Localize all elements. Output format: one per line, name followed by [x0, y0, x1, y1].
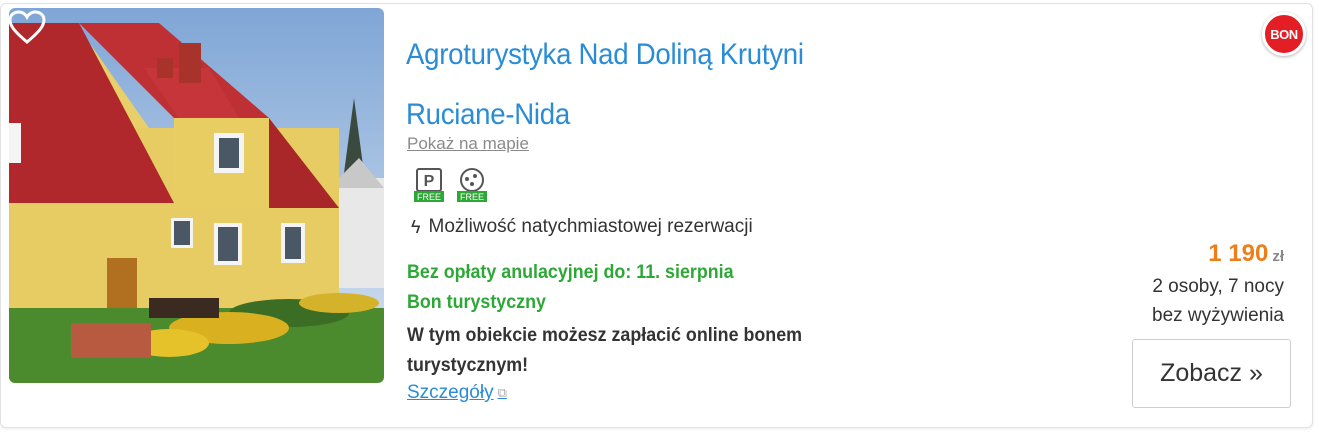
- free-cancellation: Bez opłaty anulacyjnej do: 11. sierpnia: [407, 262, 734, 283]
- price-value: 1 190: [1208, 240, 1269, 267]
- price-currency: zł: [1272, 248, 1284, 265]
- property-photo[interactable]: [9, 8, 384, 383]
- external-link-icon: ⧉: [497, 385, 507, 400]
- svg-text:FREE: FREE: [417, 192, 441, 202]
- listing-card: BON Agroturystyka Nad Doliną Krutyni Ruc…: [0, 3, 1313, 428]
- price: 1 190 zł: [1208, 240, 1284, 268]
- parking-icon: P FREE: [412, 167, 446, 203]
- see-offer-button[interactable]: Zobacz »: [1132, 339, 1291, 408]
- property-name[interactable]: Agroturystyka Nad Doliną Krutyni: [406, 38, 804, 71]
- board-type: bez wyżywienia: [1152, 305, 1284, 326]
- voucher-title: Bon turystyczny: [407, 292, 546, 313]
- amenities-row: P FREE FREE: [412, 167, 489, 203]
- wifi-icon: FREE: [455, 167, 489, 203]
- svg-text:P: P: [424, 173, 435, 190]
- details-link[interactable]: Szczegóły ⧉: [407, 382, 507, 404]
- property-title[interactable]: Agroturystyka Nad Doliną Krutyni Ruciane…: [406, 34, 958, 136]
- voucher-description: W tym obiekcie możesz zapłacić online bo…: [407, 325, 803, 376]
- details-link-label[interactable]: Szczegóły: [407, 382, 494, 404]
- instant-booking: ϟ Możliwość natychmiastowej rezerwacji: [411, 216, 753, 238]
- svg-text:FREE: FREE: [460, 192, 484, 202]
- property-location[interactable]: Ruciane-Nida: [406, 94, 958, 136]
- instant-booking-label: Możliwość natychmiastowej rezerwacji: [428, 216, 753, 237]
- lightning-icon: ϟ: [411, 216, 421, 237]
- favorite-heart-icon[interactable]: [7, 10, 47, 46]
- bon-badge: BON: [1262, 12, 1306, 56]
- persons-nights: 2 osoby, 7 nocy: [1152, 276, 1284, 297]
- show-on-map-link[interactable]: Pokaż na mapie: [407, 134, 529, 154]
